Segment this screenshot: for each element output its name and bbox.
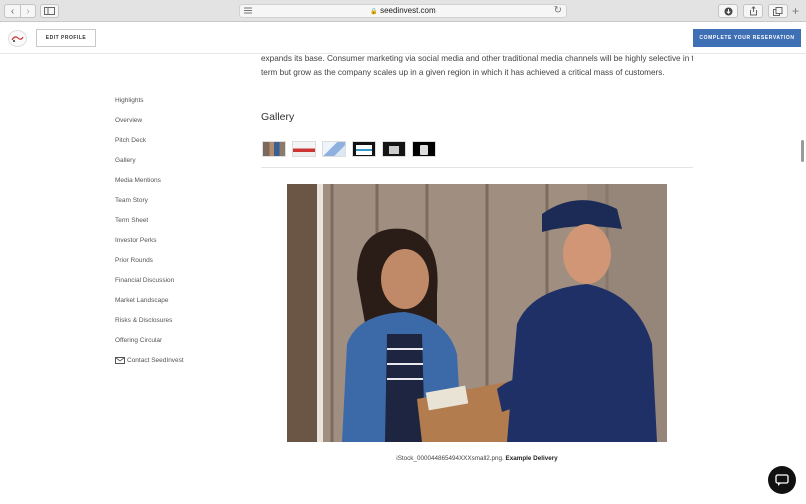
nav-item-term-sheet[interactable]: Term Sheet [115,210,235,230]
nav-item-investor-perks[interactable]: Investor Perks [115,230,235,250]
history-buttons: ‹ › [4,4,36,18]
gallery-thumbnails [262,141,436,157]
partial-line [261,46,693,52]
nav-item-media-mentions[interactable]: Media Mentions [115,170,235,190]
section-nav: Highlights Overview Pitch Deck Gallery M… [115,90,235,370]
download-icon [724,7,732,15]
tabs-button[interactable] [768,4,788,18]
nav-item-risks-disclosures[interactable]: Risks & Disclosures [115,310,235,330]
nav-item-overview[interactable]: Overview [115,110,235,130]
nav-item-highlights[interactable]: Highlights [115,90,235,110]
sidebar-toggle-button[interactable] [40,4,59,18]
nav-item-financial-discussion[interactable]: Financial Discussion [115,270,235,290]
gallery-main-image[interactable] [287,184,667,442]
new-tab-button[interactable]: + [792,5,799,17]
address-bar[interactable]: 🔒 seedinvest.com ↻ [239,4,567,18]
contact-label: Contact SeedInvest [127,356,184,364]
nav-item-market-landscape[interactable]: Market Landscape [115,290,235,310]
nav-item-team-story[interactable]: Team Story [115,190,235,210]
divider [261,167,693,168]
gallery-thumbnail[interactable] [292,141,316,157]
gallery-thumbnail[interactable] [322,141,346,157]
page-scrollbar[interactable] [801,140,804,162]
gallery-thumbnail[interactable] [412,141,436,157]
edit-profile-button[interactable]: EDIT PROFILE [36,29,96,47]
sidebar-icon [44,7,55,15]
body-paragraph: expands its base. Consumer marketing via… [261,46,693,86]
chat-icon [775,473,789,486]
nav-item-offering-circular[interactable]: Offering Circular [115,330,235,350]
complete-reservation-button[interactable]: COMPLETE YOUR RESERVATION [693,29,801,47]
caption-title: Example Delivery [505,455,558,462]
url-text: 🔒 seedinvest.com [370,6,436,15]
content-body: expands its base. Consumer marketing via… [261,46,693,86]
share-button[interactable] [743,4,763,18]
brand-logo-icon [11,36,24,42]
gallery-thumbnail[interactable] [262,141,286,157]
user-avatar[interactable] [8,30,27,47]
mail-icon [115,356,125,364]
chat-launcher-button[interactable] [768,466,796,494]
nav-item-pitch-deck[interactable]: Pitch Deck [115,130,235,150]
tabs-icon [773,6,783,16]
image-caption: iStock_000044865494XXXsmall2.png. Exampl… [287,455,667,462]
gallery-thumbnail[interactable] [382,141,406,157]
downloads-button[interactable] [718,4,738,18]
browser-toolbar: ‹ › 🔒 seedinvest.com ↻ + [0,0,806,22]
reload-icon[interactable]: ↻ [554,5,562,16]
paragraph-line: term but grow as the company scales up i… [261,68,665,77]
gallery-thumbnail[interactable] [352,141,376,157]
lock-icon: 🔒 [370,9,378,15]
share-icon [749,6,757,16]
paragraph-line: expands its base. Consumer marketing via… [261,54,693,63]
back-button[interactable]: ‹ [5,5,20,17]
caption-filename: iStock_000044865494XXXsmall2.png. [396,455,504,462]
contact-link[interactable]: Contact SeedInvest [115,350,235,370]
nav-item-prior-rounds[interactable]: Prior Rounds [115,250,235,270]
nav-item-gallery[interactable]: Gallery [115,150,235,170]
gallery-heading: Gallery [261,111,295,123]
forward-button[interactable]: › [20,5,35,17]
